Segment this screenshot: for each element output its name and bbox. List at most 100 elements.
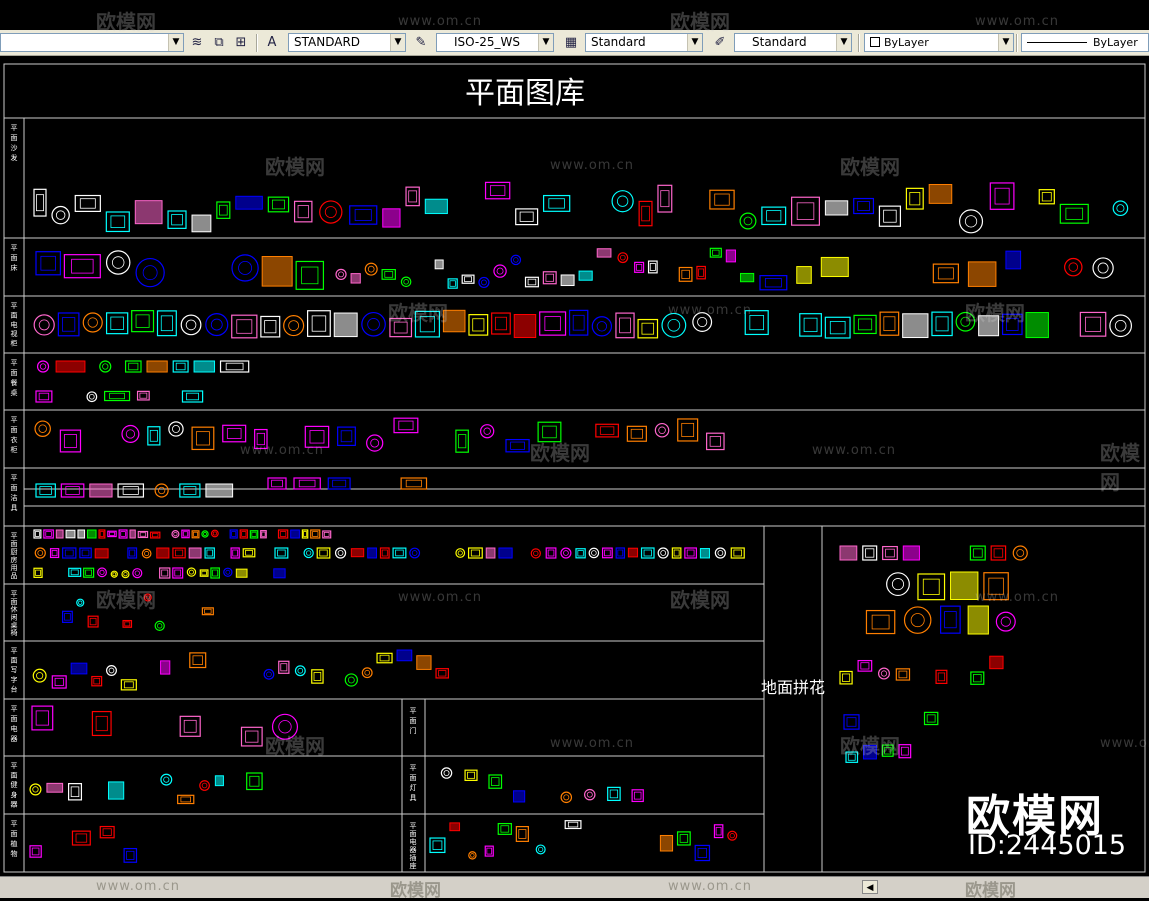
sub-label-char: 面 <box>410 830 417 838</box>
linetype-sample <box>1027 42 1087 43</box>
furniture-block-icon <box>917 573 946 601</box>
furniture-block-icon <box>361 311 386 337</box>
table-style-icon[interactable]: ▦ <box>561 33 581 52</box>
sub-label-char: 座 <box>410 861 417 870</box>
furniture-block-icon <box>307 310 331 337</box>
furniture-block-icon <box>172 547 186 559</box>
furniture-block-icon <box>513 314 537 338</box>
furniture-block-icon <box>154 483 169 498</box>
furniture-block-icon <box>615 312 635 339</box>
furniture-block-icon <box>201 530 209 538</box>
furniture-block-icon <box>564 820 582 830</box>
furniture-block-icon <box>364 262 378 276</box>
furniture-block-icon <box>877 667 891 680</box>
furniture-block-icon <box>409 547 421 559</box>
dimension-style-dropdown[interactable]: ISO-25_WS ▼ <box>436 33 554 52</box>
furniture-block-icon <box>106 665 117 677</box>
furniture-block-icon <box>839 545 858 561</box>
layer-previous-icon[interactable]: ⧉ <box>209 33 229 52</box>
scroll-left-icon[interactable]: ◀ <box>862 880 878 894</box>
furniture-block-icon <box>89 483 113 498</box>
row-label-char: 衣 <box>11 435 18 444</box>
furniture-block-icon <box>434 259 444 270</box>
furniture-block-icon <box>120 679 137 691</box>
furniture-block-icon <box>940 605 961 634</box>
watermark-logo: 欧模网 <box>965 881 1016 901</box>
table-style-dropdown[interactable]: Standard ▼ <box>585 33 703 52</box>
furniture-block-icon <box>678 266 693 282</box>
chevron-down-icon: ▼ <box>390 34 405 51</box>
furniture-block-icon <box>1092 257 1114 279</box>
furniture-block-icon <box>31 705 54 731</box>
horizontal-scrollbar[interactable]: www.om.cn 欧模网 www.om.cn ◀ 欧模网 <box>0 876 1149 901</box>
furniture-block-icon <box>260 315 281 338</box>
furniture-block-icon <box>491 312 511 335</box>
row-label-char: 字 <box>11 675 18 684</box>
furniture-block-icon <box>714 547 726 559</box>
dimension-style-icon[interactable]: ✎ <box>411 33 431 52</box>
furniture-block-icon <box>29 783 42 796</box>
text-style-icon[interactable]: A <box>262 33 282 52</box>
multileader-style-dropdown[interactable]: Standard ▼ <box>734 33 852 52</box>
furniture-block-icon <box>392 547 407 559</box>
row-label-char: 餐 <box>11 378 18 387</box>
layer-states-icon[interactable]: ≋ <box>187 33 207 52</box>
row-label-char: 面 <box>11 134 18 142</box>
row-label-char: 桌 <box>11 388 18 397</box>
furniture-block-icon <box>676 831 691 846</box>
furniture-block-icon <box>33 567 43 578</box>
furniture-block-icon <box>235 568 248 578</box>
layer-dropdown[interactable]: ▼ <box>0 33 184 52</box>
furniture-block-icon <box>70 662 88 675</box>
furniture-block-icon <box>147 426 161 446</box>
color-dropdown[interactable]: ByLayer ▼ <box>864 33 1014 52</box>
furniture-block-icon <box>759 275 788 291</box>
furniture-block-icon <box>591 316 613 337</box>
furniture-block-icon <box>480 424 495 439</box>
furniture-block-icon <box>905 187 924 210</box>
row-label-char: 平 <box>11 762 18 770</box>
furniture-block-icon <box>485 547 496 559</box>
furniture-block-icon <box>180 314 202 336</box>
furniture-block-icon <box>416 655 432 670</box>
furniture-block-icon <box>677 418 699 442</box>
furniture-block-icon <box>193 360 216 373</box>
furniture-block-icon <box>83 567 95 578</box>
furniture-block-icon <box>55 529 64 539</box>
furniture-block-icon <box>379 547 390 559</box>
watermark-url: www.om.cn <box>975 14 1059 29</box>
furniture-block-icon <box>108 781 125 800</box>
furniture-block-icon <box>127 547 138 559</box>
furniture-block-icon <box>63 254 101 279</box>
furniture-block-icon <box>843 714 860 730</box>
furniture-block-icon <box>617 252 629 264</box>
furniture-block-icon <box>177 794 195 805</box>
row-label-char: 面 <box>11 254 18 262</box>
furniture-block-icon <box>468 314 489 336</box>
sub-label-char: 平 <box>410 822 417 830</box>
multileader-style-icon[interactable]: ✐ <box>710 33 730 52</box>
furniture-block-icon <box>990 545 1007 561</box>
furniture-block-icon <box>671 547 682 559</box>
layer-match-icon[interactable]: ⊞ <box>231 33 251 52</box>
watermark-logo: 欧模网 <box>840 155 900 179</box>
row-label-char: 闲 <box>11 613 18 622</box>
toolbar-separator <box>256 34 258 52</box>
watermark-logo: 欧模网 <box>1100 441 1140 494</box>
styles-toolbar: ▼ ≋ ⧉ ⊞ A STANDARD ▼ ✎ ISO-25_WS ▼ ▦ Stand… <box>0 30 1149 56</box>
linetype-dropdown[interactable]: ByLayer <box>1021 33 1149 52</box>
furniture-block-icon <box>497 822 512 835</box>
table-style-value: Standard <box>591 35 646 49</box>
color-swatch <box>870 37 880 47</box>
furniture-block-icon <box>132 568 143 579</box>
furniture-block-icon <box>167 210 187 229</box>
furniture-block-icon <box>35 390 53 403</box>
furniture-block-icon <box>159 567 171 579</box>
furniture-block-icon <box>219 360 250 373</box>
drawing-canvas[interactable]: 平面图库 地面拼花 平面沙发平面床平面电视柜平面餐桌平面衣柜平面洁具平面厨房用品… <box>0 56 1149 876</box>
furniture-block-icon <box>82 312 103 333</box>
furniture-block-icon <box>107 530 117 538</box>
furniture-block-icon <box>376 652 393 664</box>
furniture-block-icon <box>923 711 939 726</box>
text-style-dropdown[interactable]: STANDARD ▼ <box>288 33 406 52</box>
